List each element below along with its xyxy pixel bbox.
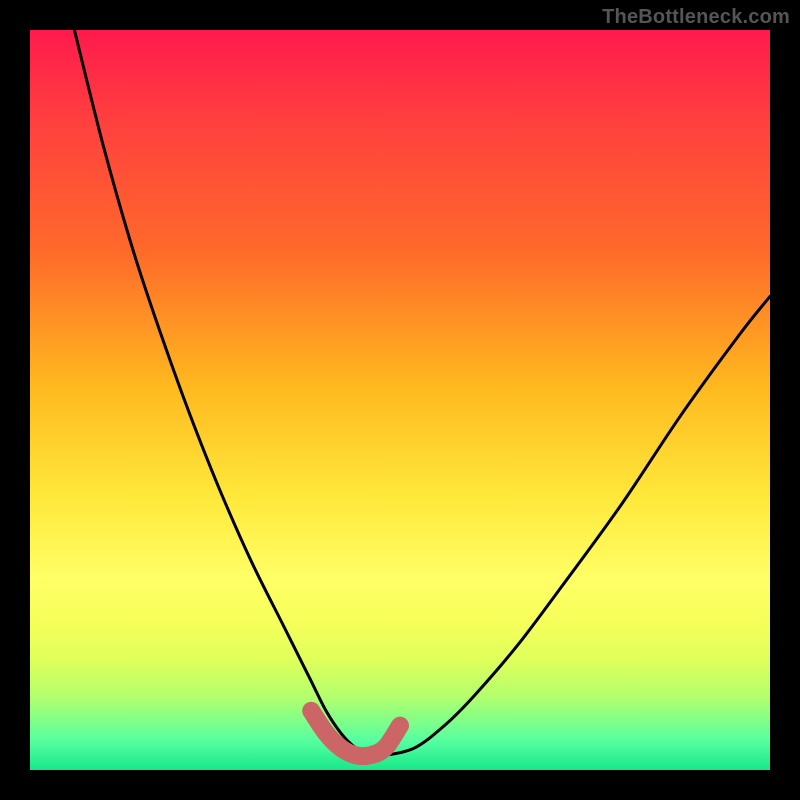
- chart-frame: TheBottleneck.com: [0, 0, 800, 800]
- optimal-range-marker: [311, 711, 400, 756]
- plot-area: [30, 30, 770, 770]
- bottleneck-curve: [74, 30, 770, 756]
- watermark-text: TheBottleneck.com: [602, 6, 790, 29]
- curve-svg: [30, 30, 770, 770]
